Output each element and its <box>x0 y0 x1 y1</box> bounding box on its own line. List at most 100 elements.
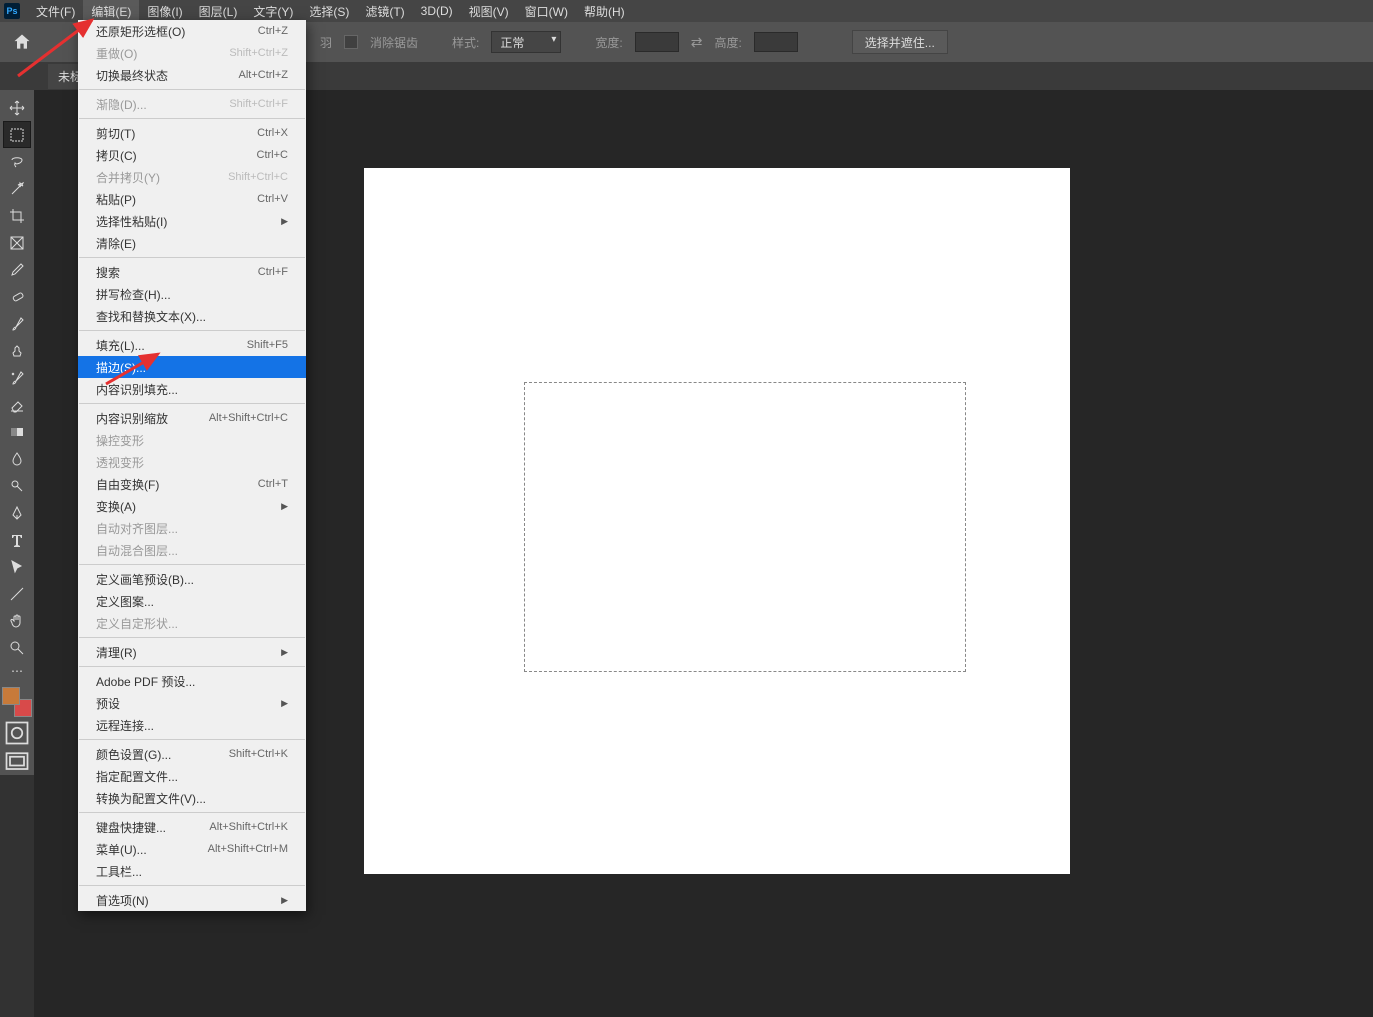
menuitem--l-[interactable]: 填充(L)...Shift+F5 <box>78 334 306 356</box>
tool-frame[interactable] <box>3 229 31 256</box>
menuitem-label: 透视变形 <box>96 454 144 471</box>
tool-history-brush[interactable] <box>3 364 31 391</box>
menuitem--[interactable]: 搜索Ctrl+F <box>78 261 306 283</box>
tool-healing[interactable] <box>3 283 31 310</box>
menu-window[interactable]: 窗口(W) <box>517 0 576 23</box>
menuitem-label: 合并拷贝(Y) <box>96 169 160 186</box>
menuitem--e-[interactable]: 清除(E) <box>78 232 306 254</box>
tool-hand[interactable] <box>3 607 31 634</box>
menuitem--c-[interactable]: 拷贝(C)Ctrl+C <box>78 144 306 166</box>
menu-3d[interactable]: 3D(D) <box>413 1 461 21</box>
tool-eyedropper[interactable] <box>3 256 31 283</box>
menuitem--h-[interactable]: 拼写检查(H)... <box>78 283 306 305</box>
menuitem--u-[interactable]: 菜单(U)...Alt+Shift+Ctrl+M <box>78 838 306 860</box>
menuitem--t-[interactable]: 剪切(T)Ctrl+X <box>78 122 306 144</box>
tool-clone[interactable] <box>3 337 31 364</box>
tool-lasso[interactable] <box>3 148 31 175</box>
tool-eraser[interactable] <box>3 391 31 418</box>
menuitem-label: 操控变形 <box>96 432 144 449</box>
tool-magic-wand[interactable] <box>3 175 31 202</box>
color-swatches[interactable] <box>2 687 32 717</box>
menuitem--[interactable]: 远程连接... <box>78 714 306 736</box>
menu-filter[interactable]: 滤镜(T) <box>357 0 412 23</box>
menuitem--d-: 渐隐(D)...Shift+Ctrl+F <box>78 93 306 115</box>
menuitem-label: 定义图案... <box>96 593 154 610</box>
swap-wh-icon[interactable]: ⇄ <box>691 34 703 51</box>
feather-label: 羽 <box>320 34 332 51</box>
menuitem-shortcut: Ctrl+F <box>258 266 288 278</box>
menuitem--i-[interactable]: 选择性粘贴(I)▶ <box>78 210 306 232</box>
foreground-color-swatch[interactable] <box>2 687 20 705</box>
menu-select[interactable]: 选择(S) <box>301 0 357 23</box>
menuitem--[interactable]: 内容识别缩放 Alt+Shift+Ctrl+C <box>78 407 306 429</box>
menuitem--g-[interactable]: 颜色设置(G)...Shift+Ctrl+K <box>78 743 306 765</box>
menuitem--p-[interactable]: 粘贴(P) Ctrl+V <box>78 188 306 210</box>
menuitem-adobe-pdf-[interactable]: Adobe PDF 预设... <box>78 670 306 692</box>
menuitem-label: 粘贴(P) <box>96 191 136 208</box>
style-select[interactable]: 正常 <box>491 31 561 53</box>
menu-separator <box>79 812 305 813</box>
menuitem--v-[interactable]: 转换为配置文件(V)... <box>78 787 306 809</box>
tool-blur[interactable] <box>3 445 31 472</box>
menu-separator <box>79 885 305 886</box>
menu-file[interactable]: 文件(F) <box>28 0 83 23</box>
menuitem--[interactable]: 切换最终状态Alt+Ctrl+Z <box>78 64 306 86</box>
marquee-selection <box>524 382 966 672</box>
menuitem--x-[interactable]: 查找和替换文本(X)... <box>78 305 306 327</box>
menuitem-label: 自动混合图层... <box>96 542 178 559</box>
home-icon[interactable] <box>8 28 36 56</box>
menuitem-label: 还原矩形选框(O) <box>96 23 185 40</box>
screen-mode-icon[interactable] <box>3 748 31 775</box>
menuitem--r-[interactable]: 清理(R)▶ <box>78 641 306 663</box>
menu-separator <box>79 564 305 565</box>
width-label: 宽度: <box>595 34 622 51</box>
tool-dodge[interactable] <box>3 472 31 499</box>
tool-type[interactable] <box>3 526 31 553</box>
select-and-mask-button[interactable]: 选择并遮住... <box>852 30 948 54</box>
menuitem--[interactable]: 预设▶ <box>78 692 306 714</box>
menuitem-shortcut: Shift+Ctrl+F <box>229 98 288 110</box>
menuitem--o-: 重做(O)Shift+Ctrl+Z <box>78 42 306 64</box>
menuitem--o-[interactable]: 还原矩形选框(O)Ctrl+Z <box>78 20 306 42</box>
menuitem--b-[interactable]: 定义画笔预设(B)... <box>78 568 306 590</box>
height-label: 高度: <box>714 34 741 51</box>
menuitem--: 自动混合图层... <box>78 539 306 561</box>
menuitem--[interactable]: 指定配置文件... <box>78 765 306 787</box>
menu-view[interactable]: 视图(V) <box>461 0 517 23</box>
menu-help[interactable]: 帮助(H) <box>576 0 633 23</box>
anti-alias-label: 消除锯齿 <box>370 34 418 51</box>
menuitem-label: 内容识别缩放 <box>96 410 168 427</box>
tool-zoom[interactable] <box>3 634 31 661</box>
menuitem--[interactable]: 工具栏... <box>78 860 306 882</box>
tool-marquee[interactable] <box>3 121 31 148</box>
width-input[interactable] <box>635 32 679 52</box>
menuitem--[interactable]: 内容识别填充... <box>78 378 306 400</box>
menuitem-label: 远程连接... <box>96 717 154 734</box>
tool-line[interactable] <box>3 580 31 607</box>
menuitem-shortcut: Alt+Shift+Ctrl+C <box>209 412 288 424</box>
tool-pen[interactable] <box>3 499 31 526</box>
quick-mask-icon[interactable] <box>3 719 31 746</box>
menuitem-shortcut: Ctrl+V <box>257 193 288 205</box>
menuitem--f-[interactable]: 自由变换(F)Ctrl+T <box>78 473 306 495</box>
tool-crop[interactable] <box>3 202 31 229</box>
anti-alias-checkbox[interactable] <box>344 35 358 49</box>
menu-separator <box>79 118 305 119</box>
menuitem--[interactable]: 键盘快捷键...Alt+Shift+Ctrl+K <box>78 816 306 838</box>
menu-separator <box>79 89 305 90</box>
menuitem--a-[interactable]: 变换(A)▶ <box>78 495 306 517</box>
document-canvas[interactable] <box>364 168 1070 874</box>
menuitem--s-[interactable]: 描边(S)... <box>78 356 306 378</box>
menuitem--n-[interactable]: 首选项(N)▶ <box>78 889 306 911</box>
tool-brush[interactable] <box>3 310 31 337</box>
menuitem--[interactable]: 定义图案... <box>78 590 306 612</box>
menuitem-label: 指定配置文件... <box>96 768 178 785</box>
tool-path-select[interactable] <box>3 553 31 580</box>
menuitem-shortcut: Shift+Ctrl+K <box>229 748 288 760</box>
tool-move[interactable] <box>3 94 31 121</box>
height-input[interactable] <box>754 32 798 52</box>
tool-gradient[interactable] <box>3 418 31 445</box>
menuitem-label: 工具栏... <box>96 863 142 880</box>
menuitem-label: 首选项(N) <box>96 892 149 909</box>
menuitem-label: 自由变换(F) <box>96 476 159 493</box>
